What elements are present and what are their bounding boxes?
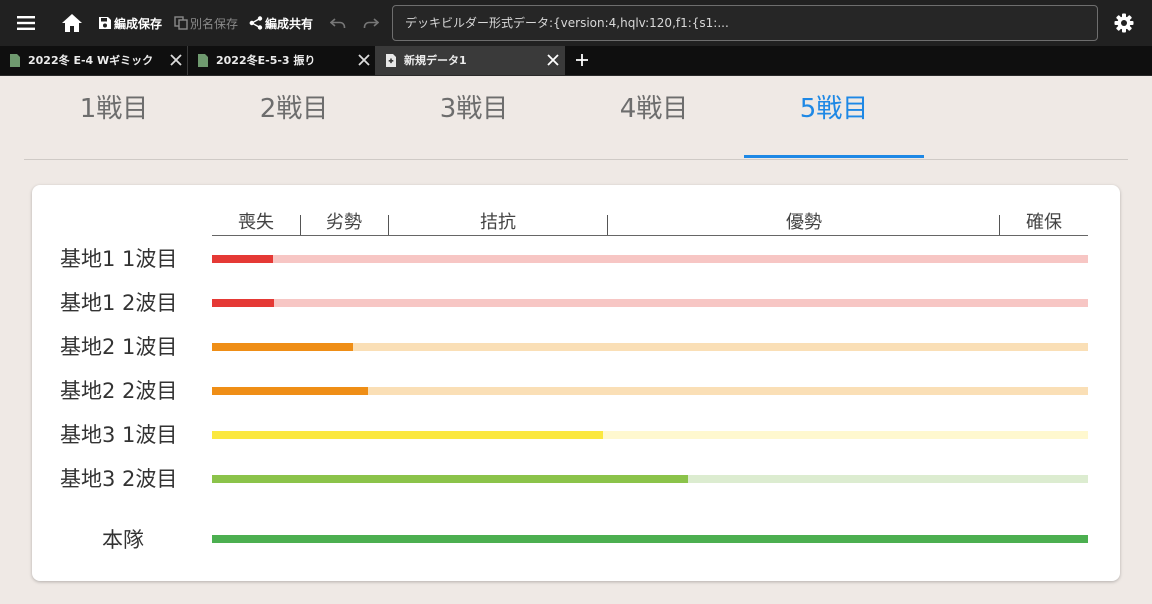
scale-tick [300,215,301,235]
home-icon[interactable] [61,0,83,46]
document-tabbar: 2022冬 E-4 Wギミック 2022冬E-5-3 振り 新規データ1 [0,46,1152,76]
row-label: 基地2 2波目 [60,379,178,403]
save-button[interactable]: 編成保存 [98,0,162,46]
air-bar-fill [212,431,603,439]
scale-tick [388,215,389,235]
air-state-card: 喪失 劣勢 拮抗 優勢 確保 基地1 1波目 基地1 2波目 基地2 1波目 基… [32,185,1120,581]
air-bar-fill [212,475,688,483]
file-icon [10,54,20,67]
header-superior: 優勢 [786,212,822,233]
active-tab-indicator [744,155,924,158]
main-fleet-label: 本隊 [102,528,144,552]
air-bar-fill [212,535,1088,543]
row-label: 基地2 1波目 [60,335,178,359]
header-supremacy: 確保 [1026,212,1062,233]
air-bar [212,475,1088,483]
scale-baseline [212,235,1088,236]
share-button[interactable]: 編成共有 [249,0,313,46]
undo-icon[interactable] [330,0,346,46]
header-inferior: 劣勢 [326,212,362,233]
copy-icon [174,16,188,30]
tab-battle-5[interactable]: 5戦目 [744,76,924,158]
tab-battle-2[interactable]: 2戦目 [204,76,384,158]
top-toolbar: 編成保存 別名保存 編成共有 デッキビルダー形式データ:{version:4,h… [0,0,1152,46]
row-label: 基地3 2波目 [60,467,178,491]
row-label: 基地1 2波目 [60,291,178,315]
doc-tab-2[interactable]: 2022冬E-5-3 振り [188,46,376,75]
main-fleet-bar [212,535,1088,543]
doc-tab-1[interactable]: 2022冬 E-4 Wギミック [0,46,188,75]
file-icon [198,54,208,67]
header-parity: 拮抗 [480,212,516,233]
row-label: 基地3 1波目 [60,423,178,447]
share-label: 編成共有 [265,16,314,31]
air-bar [212,387,1088,395]
share-icon [249,16,263,30]
export-data-field[interactable]: デッキビルダー形式データ:{version:4,hqlv:120,f1:{s1:… [392,5,1098,41]
save-as-button[interactable]: 別名保存 [174,0,238,46]
gear-icon[interactable] [1114,0,1134,46]
close-icon[interactable] [546,53,560,67]
air-bar-fill [212,299,275,307]
menu-icon[interactable] [16,0,36,46]
air-bar [212,343,1088,351]
add-tab-icon[interactable] [574,52,590,68]
air-bar [212,299,1088,307]
file-icon [386,54,396,67]
doc-tab-label: 2022冬 E-4 Wギミック [28,54,154,67]
air-bar [212,431,1088,439]
doc-tab-label: 新規データ1 [404,54,467,67]
air-bar-fill [212,255,274,263]
tab-battle-3[interactable]: 3戦目 [384,76,564,158]
save-as-label: 別名保存 [190,16,239,31]
tab-battle-4[interactable]: 4戦目 [564,76,744,158]
air-bar-fill [212,387,368,395]
air-bar-fill [212,343,354,351]
save-label: 編成保存 [114,16,163,31]
doc-tab-3[interactable]: 新規データ1 [376,46,565,75]
scale-tick [607,215,608,235]
tab-battle-1[interactable]: 1戦目 [24,76,204,158]
tabs-divider [24,159,1128,160]
redo-icon[interactable] [363,0,379,46]
close-icon[interactable] [357,53,371,67]
close-icon[interactable] [169,53,183,67]
header-lost: 喪失 [238,212,274,233]
save-icon [99,17,111,29]
doc-tab-label: 2022冬E-5-3 振り [216,54,316,67]
scale-tick [999,215,1000,235]
row-label: 基地1 1波目 [60,247,178,271]
air-bar [212,255,1088,263]
